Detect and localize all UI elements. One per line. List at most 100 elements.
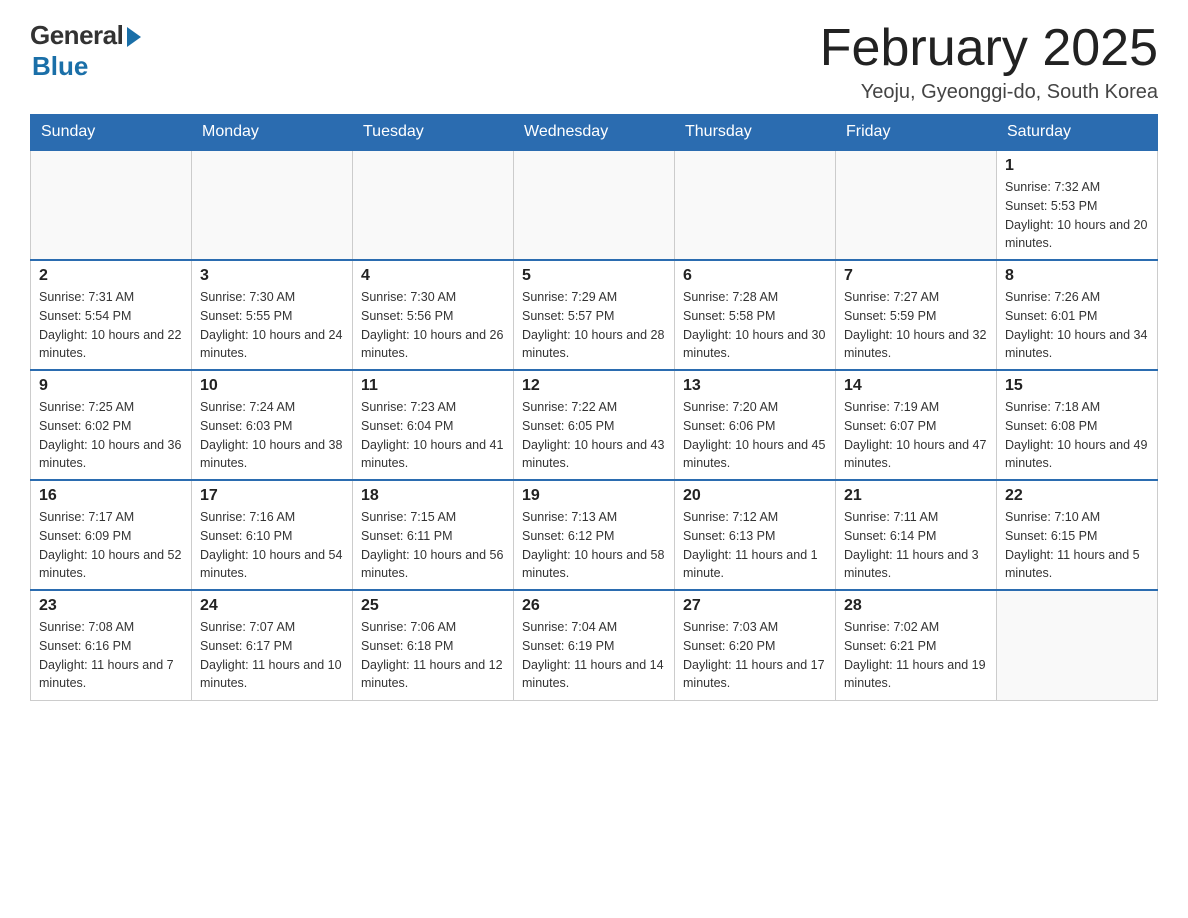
week-row-5: 23 Sunrise: 7:08 AMSunset: 6:16 PMDayligh… [31,590,1158,700]
day-number: 9 [39,377,183,395]
calendar-table: Sunday Monday Tuesday Wednesday Thursday… [30,114,1158,701]
day-number: 21 [844,487,988,505]
day-number: 2 [39,267,183,285]
calendar-cell [514,150,675,260]
calendar-cell: 10 Sunrise: 7:24 AMSunset: 6:03 PMDayligh… [192,370,353,480]
day-number: 28 [844,597,988,615]
day-number: 1 [1005,157,1149,175]
calendar-cell: 6 Sunrise: 7:28 AMSunset: 5:58 PMDaylight… [675,260,836,370]
day-info: Sunrise: 7:03 AMSunset: 6:20 PMDaylight:… [683,618,827,693]
calendar-cell: 3 Sunrise: 7:30 AMSunset: 5:55 PMDaylight… [192,260,353,370]
calendar-header-row: Sunday Monday Tuesday Wednesday Thursday… [31,115,1158,151]
day-number: 17 [200,487,344,505]
calendar-cell: 15Sunrise: 7:18 AMSunset: 6:08 PMDayligh… [997,370,1158,480]
calendar-cell: 25 Sunrise: 7:06 AMSunset: 6:18 PMDayligh… [353,590,514,700]
day-number: 20 [683,487,827,505]
day-number: 4 [361,267,505,285]
day-info: Sunrise: 7:29 AMSunset: 5:57 PMDaylight:… [522,288,666,363]
calendar-cell: 1 Sunrise: 7:32 AMSunset: 5:53 PMDaylight… [997,150,1158,260]
day-number: 10 [200,377,344,395]
calendar-cell: 14 Sunrise: 7:19 AMSunset: 6:07 PMDayligh… [836,370,997,480]
calendar-cell: 17 Sunrise: 7:16 AMSunset: 6:10 PMDayligh… [192,480,353,590]
day-info: Sunrise: 7:28 AMSunset: 5:58 PMDaylight:… [683,288,827,363]
calendar-cell [353,150,514,260]
calendar-cell: 4 Sunrise: 7:30 AMSunset: 5:56 PMDaylight… [353,260,514,370]
logo-arrow-icon [127,27,141,47]
week-row-1: 1 Sunrise: 7:32 AMSunset: 5:53 PMDaylight… [31,150,1158,260]
calendar-cell [997,590,1158,700]
day-number: 24 [200,597,344,615]
day-number: 7 [844,267,988,285]
calendar-cell: 11 Sunrise: 7:23 AMSunset: 6:04 PMDayligh… [353,370,514,480]
day-number: 23 [39,597,183,615]
day-number: 12 [522,377,666,395]
day-info: Sunrise: 7:07 AMSunset: 6:17 PMDaylight:… [200,618,344,693]
logo-general-text: General [30,20,123,51]
day-info: Sunrise: 7:06 AMSunset: 6:18 PMDaylight:… [361,618,505,693]
calendar-cell: 28 Sunrise: 7:02 AMSunset: 6:21 PMDayligh… [836,590,997,700]
calendar-cell: 7Sunrise: 7:27 AMSunset: 5:59 PMDaylight… [836,260,997,370]
day-info: Sunrise: 7:25 AMSunset: 6:02 PMDaylight:… [39,398,183,473]
day-info: Sunrise: 7:12 AMSunset: 6:13 PMDaylight:… [683,508,827,583]
calendar-cell [675,150,836,260]
header-friday: Friday [836,115,997,151]
day-info: Sunrise: 7:20 AMSunset: 6:06 PMDaylight:… [683,398,827,473]
day-number: 22 [1005,487,1149,505]
day-info: Sunrise: 7:11 AMSunset: 6:14 PMDaylight:… [844,508,988,583]
day-info: Sunrise: 7:16 AMSunset: 6:10 PMDaylight:… [200,508,344,583]
calendar-cell [192,150,353,260]
day-info: Sunrise: 7:08 AMSunset: 6:16 PMDaylight:… [39,618,183,693]
calendar-cell: 27Sunrise: 7:03 AMSunset: 6:20 PMDayligh… [675,590,836,700]
calendar-cell: 21 Sunrise: 7:11 AMSunset: 6:14 PMDayligh… [836,480,997,590]
logo-blue-text: Blue [32,51,88,82]
day-number: 18 [361,487,505,505]
day-number: 13 [683,377,827,395]
day-number: 19 [522,487,666,505]
logo: General Blue [30,20,141,82]
calendar-cell: 12 Sunrise: 7:22 AMSunset: 6:05 PMDayligh… [514,370,675,480]
day-number: 25 [361,597,505,615]
day-info: Sunrise: 7:02 AMSunset: 6:21 PMDaylight:… [844,618,988,693]
day-info: Sunrise: 7:24 AMSunset: 6:03 PMDaylight:… [200,398,344,473]
day-number: 26 [522,597,666,615]
header-sunday: Sunday [31,115,192,151]
day-number: 16 [39,487,183,505]
month-title: February 2025 [820,20,1158,77]
day-info: Sunrise: 7:18 AMSunset: 6:08 PMDaylight:… [1005,398,1149,473]
calendar-cell: 8 Sunrise: 7:26 AMSunset: 6:01 PMDaylight… [997,260,1158,370]
calendar-cell: 22 Sunrise: 7:10 AMSunset: 6:15 PMDayligh… [997,480,1158,590]
title-section: February 2025 Yeoju, Gyeonggi-do, South … [820,20,1158,104]
week-row-3: 9 Sunrise: 7:25 AMSunset: 6:02 PMDaylight… [31,370,1158,480]
day-number: 8 [1005,267,1149,285]
header-monday: Monday [192,115,353,151]
day-info: Sunrise: 7:17 AMSunset: 6:09 PMDaylight:… [39,508,183,583]
day-info: Sunrise: 7:13 AMSunset: 6:12 PMDaylight:… [522,508,666,583]
header-wednesday: Wednesday [514,115,675,151]
header-thursday: Thursday [675,115,836,151]
day-info: Sunrise: 7:23 AMSunset: 6:04 PMDaylight:… [361,398,505,473]
day-info: Sunrise: 7:15 AMSunset: 6:11 PMDaylight:… [361,508,505,583]
day-info: Sunrise: 7:22 AMSunset: 6:05 PMDaylight:… [522,398,666,473]
day-number: 11 [361,377,505,395]
week-row-2: 2 Sunrise: 7:31 AMSunset: 5:54 PMDaylight… [31,260,1158,370]
day-info: Sunrise: 7:04 AMSunset: 6:19 PMDaylight:… [522,618,666,693]
calendar-cell: 5 Sunrise: 7:29 AMSunset: 5:57 PMDaylight… [514,260,675,370]
day-number: 3 [200,267,344,285]
calendar-cell [31,150,192,260]
day-info: Sunrise: 7:30 AMSunset: 5:56 PMDaylight:… [361,288,505,363]
day-number: 6 [683,267,827,285]
day-info: Sunrise: 7:19 AMSunset: 6:07 PMDaylight:… [844,398,988,473]
day-info: Sunrise: 7:10 AMSunset: 6:15 PMDaylight:… [1005,508,1149,583]
day-number: 14 [844,377,988,395]
day-info: Sunrise: 7:32 AMSunset: 5:53 PMDaylight:… [1005,178,1149,253]
calendar-cell: 24 Sunrise: 7:07 AMSunset: 6:17 PMDayligh… [192,590,353,700]
day-info: Sunrise: 7:31 AMSunset: 5:54 PMDaylight:… [39,288,183,363]
calendar-cell: 16 Sunrise: 7:17 AMSunset: 6:09 PMDayligh… [31,480,192,590]
page-header: General Blue February 2025 Yeoju, Gyeong… [30,20,1158,104]
day-number: 5 [522,267,666,285]
header-saturday: Saturday [997,115,1158,151]
day-info: Sunrise: 7:26 AMSunset: 6:01 PMDaylight:… [1005,288,1149,363]
day-info: Sunrise: 7:30 AMSunset: 5:55 PMDaylight:… [200,288,344,363]
location-text: Yeoju, Gyeonggi-do, South Korea [820,81,1158,104]
calendar-cell: 18 Sunrise: 7:15 AMSunset: 6:11 PMDayligh… [353,480,514,590]
